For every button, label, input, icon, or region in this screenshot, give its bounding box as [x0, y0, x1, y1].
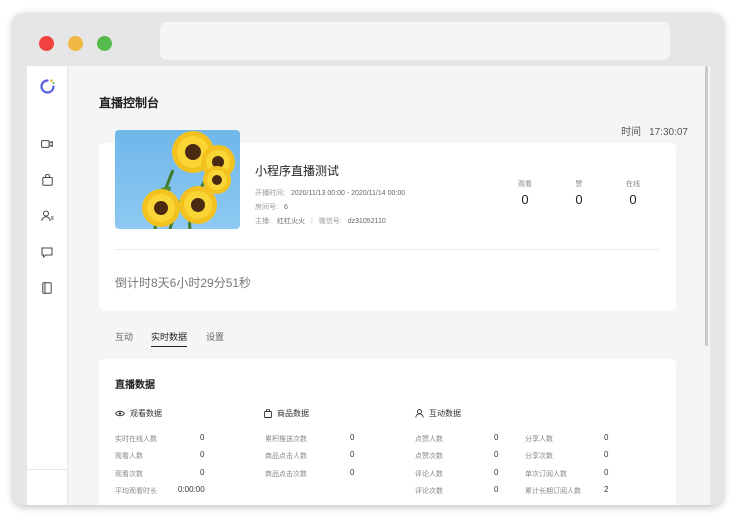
row-value: 0 — [350, 433, 355, 442]
section-goods-header: 商品数据 — [264, 408, 309, 419]
stat-value: 0 — [521, 192, 529, 207]
row-label: 点赞人数 — [415, 436, 443, 443]
host-label: 主播: — [255, 218, 271, 225]
scrollbar[interactable] — [705, 66, 708, 346]
row-value: 0 — [494, 485, 499, 494]
row-label: 评论人数 — [415, 471, 443, 478]
live-data-card: 直播数据 观看数据 实时在线人数 0 观看人数 0 观看次数 0 平均观看时长 … — [99, 359, 676, 505]
row-label: 分享人数 — [525, 436, 553, 443]
live-overview-card: 小程序直播测试 开播时间: 2020/11/13 00:00 - 2020/11/… — [99, 130, 676, 311]
stat-value: 0 — [575, 192, 583, 207]
eye-icon — [115, 410, 125, 417]
row-label: 点赞次数 — [415, 453, 443, 460]
row-value: 0 — [494, 450, 499, 459]
row-value: 0 — [604, 450, 609, 459]
schedule-label: 开播时间: — [255, 190, 285, 197]
live-title: 小程序直播测试 — [255, 164, 340, 178]
logo-icon[interactable] — [38, 77, 57, 96]
meta-separator: | — [310, 218, 313, 225]
stat-label: 观看 — [518, 181, 532, 188]
countdown: 倒计时8天6小时29分51秒 — [115, 276, 252, 290]
room-label: 房间号: — [255, 204, 278, 211]
bag-icon — [264, 409, 272, 418]
stat-label: 在线 — [626, 181, 640, 188]
section-title: 互动数据 — [429, 409, 461, 418]
clock: 时间 17:30:07 — [621, 123, 688, 138]
time-label: 时间 — [621, 127, 642, 138]
row-value: 0:00:00 — [178, 485, 205, 494]
row-label: 商品点击人数 — [265, 453, 307, 460]
row-label: 分享次数 — [525, 453, 553, 460]
close-window-button[interactable] — [39, 36, 54, 51]
section-title: 观看数据 — [130, 409, 162, 418]
wechat-value: dz31052110 — [347, 218, 386, 225]
row-label: 商品点击次数 — [265, 471, 307, 478]
stat-label: 赞 — [575, 181, 583, 188]
page-title: 直播控制台 — [99, 96, 160, 110]
address-bar[interactable] — [160, 22, 670, 60]
data-title: 直播数据 — [115, 380, 155, 391]
tab-settings[interactable]: 设置 — [206, 330, 224, 343]
row-label: 单次订阅人数 — [525, 471, 567, 478]
section-interaction-header: 互动数据 — [415, 408, 461, 419]
tab-realtime-data[interactable]: 实时数据 — [151, 330, 188, 347]
browser-window: 直播控制台 时间 17:30:07 小程序直播测试 开播时间: 2020/11/… — [13, 13, 723, 505]
wechat-label: 微信号: — [318, 218, 342, 225]
row-label: 实时在线人数 — [115, 436, 157, 443]
row-value: 0 — [350, 450, 355, 459]
stat-online: 在线 0 — [613, 179, 653, 207]
chat-icon[interactable] — [39, 244, 55, 260]
maximize-window-button[interactable] — [97, 36, 112, 51]
row-label: 观看次数 — [115, 471, 143, 478]
row-label: 累积推送次数 — [265, 436, 307, 443]
sidebar — [27, 66, 68, 505]
row-value: 0 — [494, 468, 499, 477]
sunflower-image — [115, 130, 240, 229]
stat-likes: 赞 0 — [559, 179, 599, 207]
row-value: 0 — [604, 468, 609, 477]
row-label: 平均观看时长 — [115, 488, 157, 495]
tab-interaction[interactable]: 互动 — [115, 330, 133, 343]
row-value: 2 — [604, 485, 609, 494]
stat-value: 0 — [629, 192, 637, 207]
row-value: 0 — [200, 468, 205, 477]
row-value: 0 — [604, 433, 609, 442]
live-host: 主播: 红红火火 | 微信号: dz31052110 — [255, 216, 386, 226]
minimize-window-button[interactable] — [68, 36, 83, 51]
host-value: 红红火火 — [276, 218, 305, 225]
row-value: 0 — [200, 450, 205, 459]
row-label: 评论次数 — [415, 488, 443, 495]
stat-views: 观看 0 — [505, 179, 545, 207]
divider — [115, 249, 660, 250]
section-viewing-header: 观看数据 — [115, 408, 162, 419]
room-value: 6 — [283, 204, 288, 211]
schedule-value: 2020/11/13 00:00 - 2020/11/14 00:00 — [290, 190, 406, 197]
time-value: 17:30:07 — [649, 127, 688, 138]
row-label: 观看人数 — [115, 453, 143, 460]
bag-icon[interactable] — [39, 172, 55, 188]
live-room: 房间号: 6 — [255, 202, 288, 212]
sidebar-divider — [27, 469, 68, 470]
book-icon[interactable] — [39, 280, 55, 296]
app-content: 直播控制台 时间 17:30:07 小程序直播测试 开播时间: 2020/11/… — [27, 66, 710, 505]
section-title: 商品数据 — [277, 409, 309, 418]
user-icon — [415, 409, 424, 418]
row-value: 0 — [494, 433, 499, 442]
video-icon[interactable] — [39, 136, 55, 152]
users-icon[interactable] — [39, 208, 55, 224]
row-value: 0 — [350, 468, 355, 477]
row-label: 累计长期订阅人数 — [525, 488, 581, 495]
row-value: 0 — [200, 433, 205, 442]
live-schedule: 开播时间: 2020/11/13 00:00 - 2020/11/14 00:00 — [255, 188, 405, 198]
